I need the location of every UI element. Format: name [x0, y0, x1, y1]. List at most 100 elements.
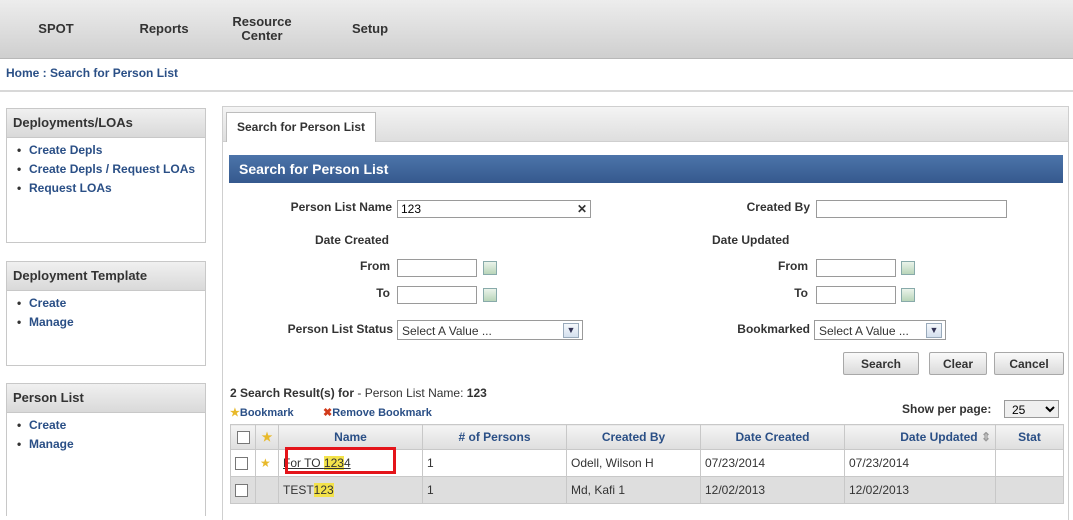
sidebar-item-personlist-create[interactable]: Create — [17, 419, 205, 433]
per-page-select[interactable]: 25 — [1004, 400, 1059, 418]
row-bookmark-cell — [255, 476, 279, 504]
bookmarked-label: Bookmarked — [737, 322, 810, 336]
updated-from-label: From — [778, 259, 808, 273]
breadcrumb: Home : Search for Person List — [6, 66, 178, 80]
nav-setup-label: Setup — [351, 21, 389, 36]
sidebar-deployment-template: Deployment Template Create Manage — [6, 261, 206, 366]
person-list-name-label: Person List Name — [290, 200, 392, 214]
col-header-status[interactable]: Stat — [995, 424, 1064, 450]
cancel-button[interactable]: Cancel — [994, 352, 1064, 375]
sidebar-personlist-title: Person List — [7, 384, 205, 413]
sidebar-item-create-depls-request-loas[interactable]: Create Depls / Request LOAs — [17, 163, 205, 177]
name-highlight: 123 — [313, 483, 334, 497]
sidebar-item-request-loas[interactable]: Request LOAs — [17, 182, 205, 196]
sidebar-item-template-create[interactable]: Create — [17, 297, 205, 311]
sidebar-item-create-depls[interactable]: Create Depls — [17, 144, 205, 158]
person-list-status-select[interactable]: Select A Value ... ▼ — [397, 320, 583, 340]
bookmark-header: ★ — [255, 424, 279, 450]
search-button[interactable]: Search — [843, 352, 919, 375]
clear-button[interactable]: Clear — [929, 352, 987, 375]
row-date-updated-cell: 07/23/2014 — [844, 449, 996, 477]
table-row[interactable]: TEST123 1 Md, Kafi 1 12/02/2013 12/02/20… — [230, 476, 1064, 504]
row-checkbox-cell — [230, 449, 256, 477]
star-icon: ★ — [230, 407, 240, 419]
row-status-cell — [995, 449, 1064, 477]
top-nav: SPOT Reports Resource Center Setup — [0, 0, 1073, 59]
row-date-created-cell: 07/23/2014 — [700, 449, 845, 477]
person-list-name-input[interactable] — [397, 200, 591, 218]
tab-search-person-list[interactable]: Search for Person List — [226, 112, 377, 142]
star-icon[interactable]: ★ — [260, 456, 271, 470]
breadcrumb-current: Search for Person List — [50, 66, 179, 80]
date-updated-header-label: Date Updated — [900, 430, 978, 444]
select-all-header — [230, 424, 256, 450]
created-by-input[interactable] — [816, 200, 1007, 218]
chevron-down-icon: ▼ — [926, 323, 942, 338]
person-list-name-link[interactable]: TEST123 — [283, 483, 334, 497]
results-count: 2 Search Result(s) for — [230, 386, 355, 400]
sidebar-item-personlist-manage[interactable]: Manage — [17, 438, 205, 452]
updated-to-label: To — [794, 286, 808, 300]
row-persons-cell: 1 — [422, 476, 567, 504]
row-date-created-cell: 12/02/2013 — [700, 476, 845, 504]
clear-field-icon[interactable]: ✕ — [577, 202, 587, 216]
row-checkbox[interactable] — [235, 457, 248, 471]
updated-from-input[interactable] — [816, 259, 896, 277]
date-created-label: Date Created — [314, 233, 389, 247]
nav-resource-center-label: Resource Center — [232, 14, 292, 43]
calendar-icon[interactable] — [901, 261, 915, 275]
row-checkbox-cell — [230, 476, 256, 504]
nav-spot-label: SPOT — [38, 21, 74, 36]
created-to-input[interactable] — [397, 286, 477, 304]
person-list-status-label: Person List Status — [287, 322, 393, 336]
nav-spot[interactable]: SPOT — [28, 0, 84, 58]
sidebar-deployments-title: Deployments/LOAs — [7, 109, 205, 138]
breadcrumb-home-link[interactable]: Home — [6, 66, 39, 80]
sidebar-deployments: Deployments/LOAs Create Depls Create Dep… — [6, 108, 206, 243]
created-to-label: To — [376, 286, 390, 300]
row-checkbox[interactable] — [235, 484, 248, 498]
updated-to-input[interactable] — [816, 286, 896, 304]
remove-bookmark-label: Remove Bookmark — [332, 407, 432, 419]
col-header-persons[interactable]: # of Persons — [422, 424, 567, 450]
remove-bookmark-link[interactable]: ✖Remove Bookmark — [323, 406, 432, 419]
bookmarked-select-value: Select A Value ... — [819, 324, 909, 338]
col-header-name[interactable]: Name — [278, 424, 423, 450]
remove-x-icon: ✖ — [323, 407, 333, 419]
row-date-updated-cell: 12/02/2013 — [844, 476, 996, 504]
results-summary: 2 Search Result(s) for - Person List Nam… — [230, 386, 487, 400]
nav-reports[interactable]: Reports — [124, 0, 204, 58]
bookmark-link[interactable]: ★Bookmark — [230, 406, 294, 419]
row-persons-cell: 1 — [422, 449, 567, 477]
nav-reports-label: Reports — [139, 21, 189, 36]
col-header-created-by[interactable]: Created By — [566, 424, 701, 450]
sidebar-template-title: Deployment Template — [7, 262, 205, 291]
breadcrumb-divider — [0, 90, 1073, 92]
sidebar-item-template-manage[interactable]: Manage — [17, 316, 205, 330]
sidebar-person-list: Person List Create Manage — [6, 383, 206, 516]
status-select-value: Select A Value ... — [402, 324, 492, 338]
calendar-icon[interactable] — [483, 261, 497, 275]
bookmark-label: Bookmark — [239, 407, 294, 419]
select-all-checkbox[interactable] — [236, 431, 250, 445]
col-header-date-updated[interactable]: Date Updated ⇕ — [844, 424, 996, 450]
date-updated-label: Date Updated — [712, 233, 790, 247]
row-status-cell — [995, 476, 1064, 504]
calendar-icon[interactable] — [901, 288, 915, 302]
created-by-label: Created By — [746, 200, 810, 214]
row-created-by-cell: Md, Kafi 1 — [566, 476, 701, 504]
created-from-label: From — [360, 259, 390, 273]
results-criteria-value: 123 — [466, 386, 487, 400]
created-from-input[interactable] — [397, 259, 477, 277]
calendar-icon[interactable] — [483, 288, 497, 302]
row-name-cell: TEST123 — [278, 476, 423, 504]
bookmarked-select[interactable]: Select A Value ... ▼ — [814, 320, 946, 340]
nav-setup[interactable]: Setup — [340, 0, 400, 58]
nav-resource-center[interactable]: Resource Center — [222, 0, 302, 58]
col-header-date-created[interactable]: Date Created — [700, 424, 845, 450]
highlight-callout-box — [285, 447, 396, 474]
chevron-down-icon: ▼ — [563, 323, 579, 338]
results-criteria: - Person List Name: — [354, 386, 467, 400]
breadcrumb-separator: : — [39, 66, 51, 80]
section-title: Search for Person List — [229, 155, 1063, 183]
